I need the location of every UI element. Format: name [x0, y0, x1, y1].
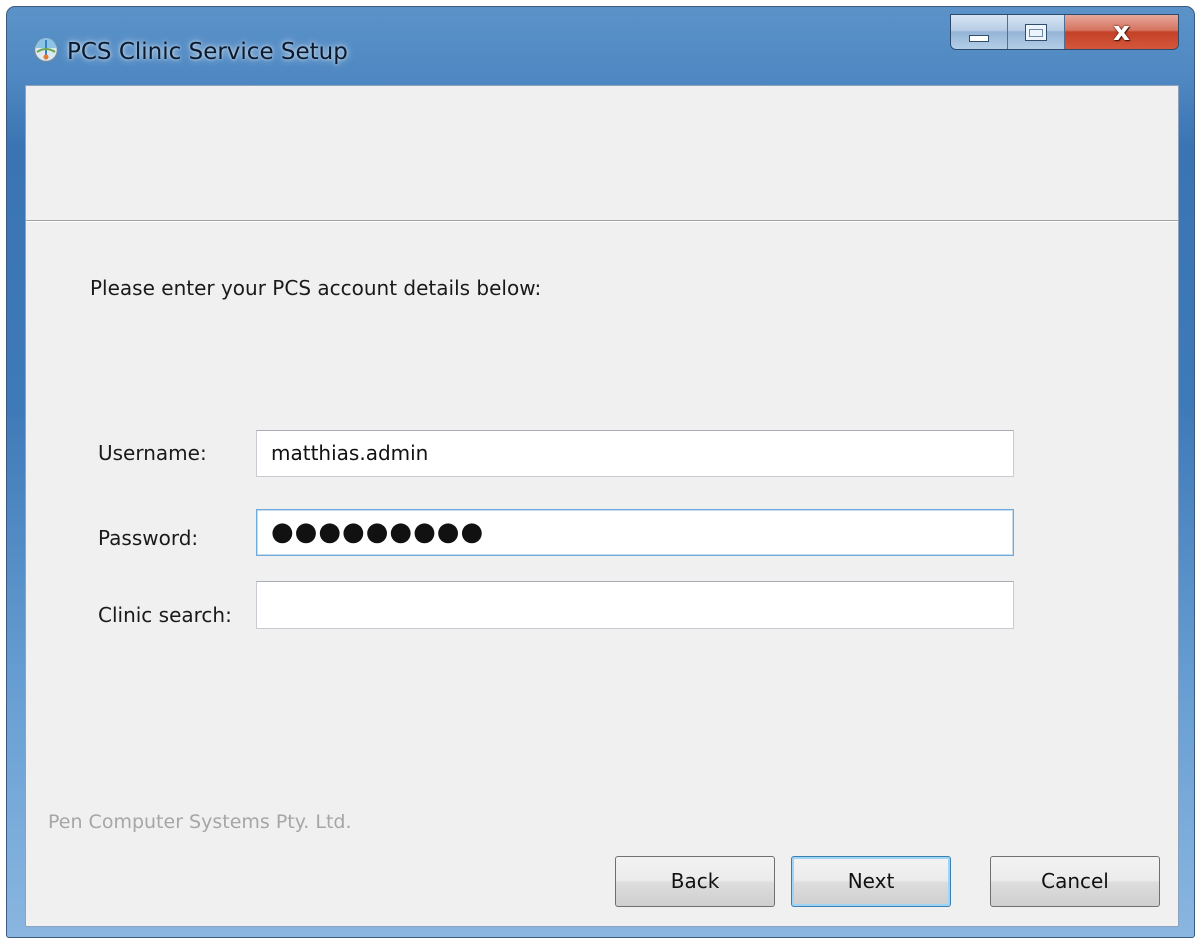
next-button[interactable]: Next	[791, 856, 951, 907]
header-separator	[26, 220, 1178, 222]
password-label: Password:	[98, 526, 199, 550]
title-bar[interactable]: PCS Clinic Service Setup x	[7, 7, 1194, 85]
close-button[interactable]: x	[1065, 15, 1178, 49]
instruction-text: Please enter your PCS account details be…	[90, 276, 542, 300]
minimize-icon	[969, 34, 989, 42]
cancel-button[interactable]: Cancel	[990, 856, 1160, 907]
caption-buttons: x	[950, 14, 1179, 50]
username-label: Username:	[98, 441, 207, 465]
username-input[interactable]: matthias.admin	[256, 430, 1014, 477]
close-icon: x	[1113, 17, 1130, 47]
wizard-header	[26, 86, 1178, 220]
maximize-button[interactable]	[1008, 15, 1065, 49]
password-input[interactable]: ●●●●●●●●●	[256, 509, 1014, 556]
wizard-client-area: Please enter your PCS account details be…	[25, 85, 1179, 927]
company-branding: Pen Computer Systems Pty. Ltd.	[48, 811, 352, 833]
setup-window: PCS Clinic Service Setup x Please enter …	[6, 6, 1195, 938]
clinic-search-label: Clinic search:	[98, 603, 232, 627]
minimize-button[interactable]	[951, 15, 1008, 49]
setup-app-icon	[33, 37, 59, 63]
back-button[interactable]: Back	[615, 856, 775, 907]
clinic-search-input[interactable]	[256, 581, 1014, 629]
maximize-icon	[1025, 23, 1047, 41]
window-title: PCS Clinic Service Setup	[67, 39, 348, 65]
